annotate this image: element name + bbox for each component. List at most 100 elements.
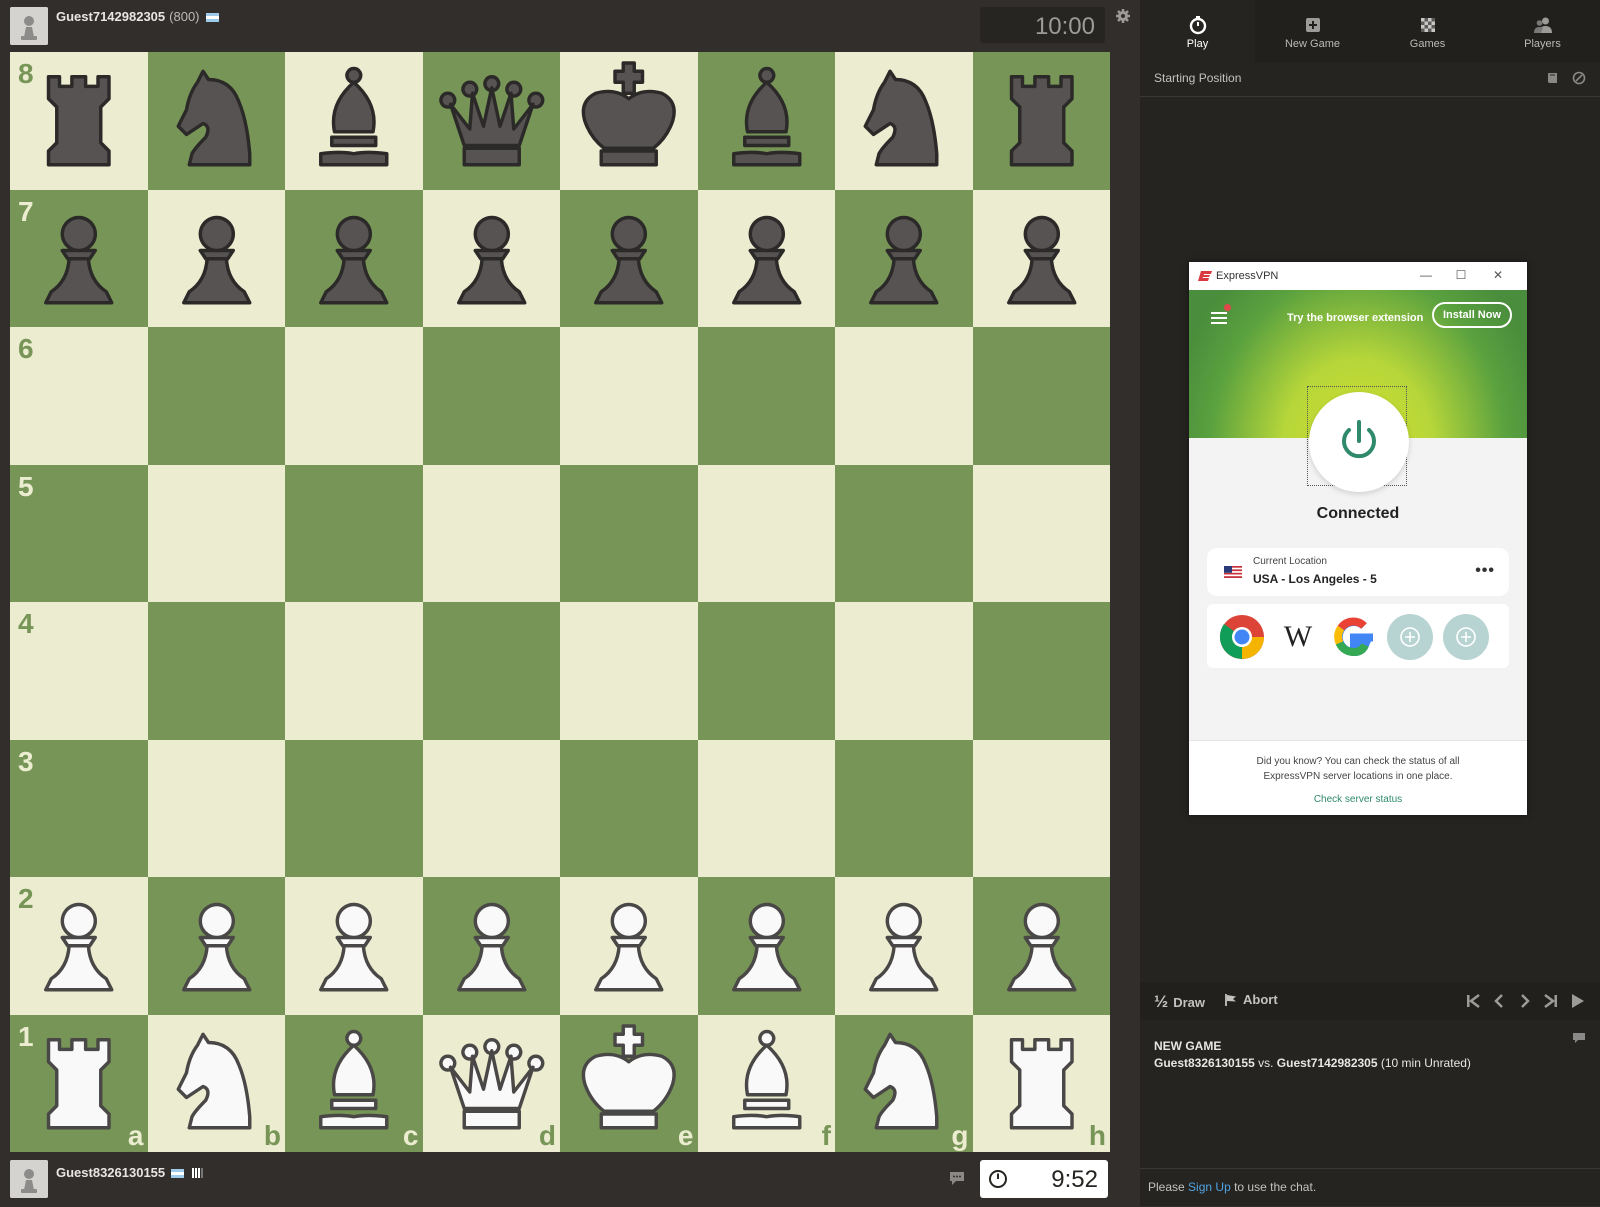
square-g3[interactable] bbox=[835, 739, 973, 877]
top-player-name[interactable]: Guest7142982305 (800) bbox=[56, 9, 219, 24]
white-bishop-icon[interactable] bbox=[285, 1015, 423, 1153]
white-pawn-icon[interactable] bbox=[285, 877, 423, 1015]
square-a5[interactable]: 5 bbox=[10, 464, 148, 602]
square-f7[interactable] bbox=[697, 189, 835, 327]
square-d2[interactable] bbox=[422, 877, 560, 1015]
square-h5[interactable] bbox=[972, 464, 1110, 602]
player-name[interactable]: Guest7142982305 bbox=[56, 9, 165, 24]
black-queen-icon[interactable] bbox=[423, 52, 561, 190]
square-e3[interactable] bbox=[560, 739, 698, 877]
square-a6[interactable]: 6 bbox=[10, 327, 148, 465]
bottom-player-name[interactable]: Guest8326130155 bbox=[56, 1165, 204, 1180]
chat-bubble-icon[interactable] bbox=[948, 1170, 966, 1186]
square-f4[interactable] bbox=[697, 602, 835, 740]
square-d8[interactable] bbox=[422, 52, 561, 190]
square-c1[interactable]: c bbox=[285, 1014, 423, 1153]
square-h2[interactable] bbox=[972, 877, 1110, 1015]
square-c5[interactable] bbox=[285, 464, 423, 602]
square-e1[interactable]: e bbox=[560, 1014, 698, 1153]
square-g1[interactable]: g bbox=[835, 1014, 973, 1153]
square-h3[interactable] bbox=[972, 739, 1110, 877]
black-knight-icon[interactable] bbox=[835, 52, 973, 190]
white-bishop-icon[interactable] bbox=[698, 1015, 836, 1153]
square-a7[interactable]: 7 bbox=[10, 189, 148, 328]
black-knight-icon[interactable] bbox=[148, 52, 286, 190]
square-b7[interactable] bbox=[147, 189, 286, 328]
black-pawn-icon[interactable] bbox=[560, 190, 698, 328]
next-move-icon[interactable] bbox=[1516, 992, 1534, 1010]
minimize-icon[interactable]: — bbox=[1416, 266, 1436, 284]
play-icon[interactable] bbox=[1568, 992, 1586, 1010]
square-f2[interactable] bbox=[697, 877, 836, 1015]
square-c8[interactable] bbox=[285, 52, 423, 190]
black-bishop-icon[interactable] bbox=[285, 52, 423, 190]
avatar[interactable] bbox=[10, 1160, 48, 1198]
white-player[interactable]: Guest8326130155 bbox=[1154, 1056, 1255, 1070]
white-rook-icon[interactable] bbox=[10, 1015, 148, 1153]
square-g7[interactable] bbox=[835, 189, 973, 328]
square-b3[interactable] bbox=[147, 739, 285, 877]
square-f6[interactable] bbox=[697, 327, 835, 465]
tab-play[interactable]: Play bbox=[1140, 0, 1255, 62]
wikipedia-icon[interactable]: W bbox=[1275, 614, 1321, 660]
square-c2[interactable] bbox=[285, 877, 423, 1015]
square-d5[interactable] bbox=[422, 464, 560, 602]
book-icon[interactable] bbox=[1546, 71, 1560, 85]
google-icon[interactable] bbox=[1331, 614, 1377, 660]
square-e8[interactable] bbox=[560, 52, 698, 190]
black-bishop-icon[interactable] bbox=[698, 52, 836, 190]
white-queen-icon[interactable] bbox=[423, 1015, 561, 1153]
chrome-icon[interactable] bbox=[1219, 614, 1265, 660]
square-h6[interactable] bbox=[972, 327, 1110, 465]
white-knight-icon[interactable] bbox=[148, 1015, 286, 1153]
square-a3[interactable]: 3 bbox=[10, 739, 148, 877]
white-rook-icon[interactable] bbox=[973, 1015, 1111, 1153]
square-g2[interactable] bbox=[835, 877, 973, 1015]
black-player[interactable]: Guest7142982305 bbox=[1277, 1056, 1378, 1070]
black-pawn-icon[interactable] bbox=[148, 190, 286, 328]
power-button[interactable] bbox=[1309, 392, 1409, 492]
white-pawn-icon[interactable] bbox=[698, 877, 836, 1015]
square-e4[interactable] bbox=[560, 602, 698, 740]
tab-players[interactable]: Players bbox=[1485, 0, 1600, 62]
black-rook-icon[interactable] bbox=[10, 52, 148, 190]
black-rook-icon[interactable] bbox=[973, 52, 1111, 190]
abort-button[interactable]: Abort bbox=[1224, 992, 1278, 1007]
draw-button[interactable]: ½ Draw bbox=[1154, 992, 1205, 1012]
square-b4[interactable] bbox=[147, 602, 285, 740]
chess-board[interactable]: 87 6 5 4 3 21abcdefgh bbox=[10, 52, 1110, 1152]
hamburger-menu-icon[interactable] bbox=[1210, 310, 1228, 326]
white-knight-icon[interactable] bbox=[835, 1015, 973, 1153]
tab-games[interactable]: Games bbox=[1370, 0, 1485, 62]
last-move-icon[interactable] bbox=[1542, 992, 1560, 1010]
square-h7[interactable] bbox=[972, 189, 1110, 327]
black-pawn-icon[interactable] bbox=[835, 190, 973, 328]
add-shortcut-icon[interactable] bbox=[1443, 614, 1489, 660]
square-f1[interactable]: f bbox=[697, 1014, 836, 1153]
gear-icon[interactable] bbox=[1115, 8, 1131, 24]
square-d3[interactable] bbox=[422, 739, 560, 877]
black-king-icon[interactable] bbox=[560, 52, 698, 190]
location-selector[interactable]: Current Location USA - Los Angeles - 5 •… bbox=[1207, 548, 1509, 596]
previous-move-icon[interactable] bbox=[1490, 992, 1508, 1010]
sign-up-link[interactable]: Sign Up bbox=[1188, 1180, 1231, 1194]
flip-board-icon[interactable] bbox=[1572, 71, 1586, 85]
maximize-icon[interactable]: ☐ bbox=[1451, 266, 1471, 284]
black-pawn-icon[interactable] bbox=[10, 190, 148, 328]
white-king-icon[interactable] bbox=[560, 1015, 698, 1153]
square-c3[interactable] bbox=[285, 739, 423, 877]
black-pawn-icon[interactable] bbox=[285, 190, 423, 328]
square-b1[interactable]: b bbox=[147, 1014, 286, 1153]
white-pawn-icon[interactable] bbox=[148, 877, 286, 1015]
square-g5[interactable] bbox=[835, 464, 973, 602]
install-now-button[interactable]: Install Now bbox=[1432, 302, 1512, 328]
square-h4[interactable] bbox=[972, 602, 1110, 740]
square-g8[interactable] bbox=[835, 52, 973, 190]
square-d7[interactable] bbox=[422, 189, 560, 327]
square-e5[interactable] bbox=[560, 464, 698, 602]
more-options-icon[interactable]: ••• bbox=[1475, 562, 1495, 580]
square-f3[interactable] bbox=[697, 739, 835, 877]
square-h1[interactable]: h bbox=[972, 1014, 1111, 1153]
square-e7[interactable] bbox=[560, 189, 698, 328]
white-pawn-icon[interactable] bbox=[560, 877, 698, 1015]
